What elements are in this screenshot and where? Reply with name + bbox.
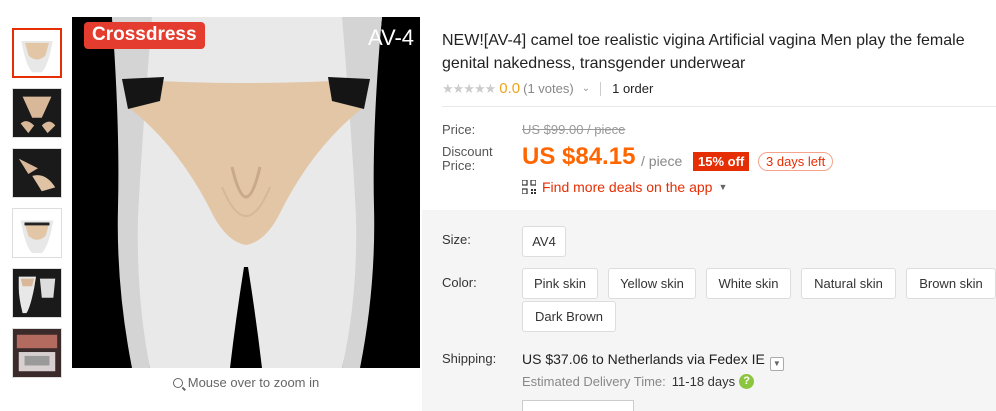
time-left-badge: 3 days left — [758, 152, 834, 171]
chevron-down-icon[interactable]: ▼ — [769, 357, 784, 371]
caret-down-icon: ▼ — [718, 182, 728, 192]
thumbnail-2[interactable] — [12, 88, 62, 138]
divider — [442, 106, 996, 107]
order-count: 1 order — [612, 81, 654, 96]
discount-price-label: Discount Price: — [442, 145, 493, 173]
quantity-input[interactable] — [522, 400, 634, 411]
size-label: Size: — [442, 232, 471, 247]
current-price: US $84.15 — [522, 143, 636, 170]
app-deal-link[interactable]: Find more deals on the app ▼ — [522, 179, 727, 195]
discount-label-line2: Price: — [442, 158, 476, 173]
estimated-delivery-label: Estimated Delivery Time: — [522, 374, 666, 389]
color-option-white-skin[interactable]: White skin — [706, 268, 791, 299]
thumbnail-strip — [12, 28, 62, 388]
shipping-value[interactable]: US $37.06 to Netherlands via Fedex IE ▼ — [522, 351, 784, 371]
qr-code-icon — [522, 180, 536, 194]
rating-score: 0.0 — [499, 80, 521, 97]
original-price: US $99.00 / piece — [522, 122, 626, 137]
magnifier-icon — [172, 378, 183, 388]
model-tag: AV-4 — [367, 25, 414, 50]
help-icon[interactable]: ? — [739, 374, 755, 389]
estimated-delivery: Estimated Delivery Time: 11-18 days ? — [522, 374, 755, 389]
thumbnail-6[interactable] — [12, 328, 62, 378]
color-label: Color: — [442, 275, 477, 290]
zoom-hint-text: Mouse over to zoom in — [187, 375, 320, 390]
shipping-text: US $37.06 to Netherlands via Fedex IE — [522, 351, 765, 367]
shipping-label: Shipping: — [442, 351, 497, 366]
color-option-dark-brown[interactable]: Dark Brown — [522, 301, 616, 332]
thumbnail-1[interactable] — [12, 28, 62, 78]
chevron-down-icon[interactable]: ⌄ — [582, 83, 590, 94]
divider — [600, 81, 602, 96]
color-option-yellow-skin[interactable]: Yellow skin — [608, 268, 696, 299]
star-rating-icon: ★★★★★ — [442, 80, 496, 96]
price-label: Price: — [442, 122, 476, 137]
zoom-hint: Mouse over to zoom in — [72, 375, 420, 390]
rating-row: ★★★★★ 0.0 (1 votes) ⌄ 1 order — [442, 80, 653, 97]
estimated-delivery-value: 11-18 days — [671, 374, 736, 389]
thumbnail-3[interactable] — [12, 148, 62, 198]
discount-label-line1: Discount — [442, 144, 493, 159]
color-option-natural-skin[interactable]: Natural skin — [801, 268, 896, 299]
color-option-brown-skin[interactable]: Brown skin — [906, 268, 996, 299]
rating-votes[interactable]: (1 votes) — [523, 81, 574, 96]
color-option-pink-skin[interactable]: Pink skin — [522, 268, 598, 299]
thumbnail-5[interactable] — [12, 268, 62, 318]
product-mannequin-image — [72, 17, 420, 368]
app-deal-text: Find more deals on the app — [542, 179, 713, 195]
crossdress-badge: Crossdress — [84, 22, 205, 49]
main-product-image[interactable]: Crossdress AV-4 — [72, 17, 420, 368]
price-unit: / piece — [641, 153, 683, 169]
product-title: NEW![AV-4] camel toe realistic vigina Ar… — [442, 32, 965, 72]
discount-badge: 15% off — [693, 152, 750, 171]
thumbnail-4[interactable] — [12, 208, 62, 258]
size-option-av4[interactable]: AV4 — [522, 226, 566, 257]
